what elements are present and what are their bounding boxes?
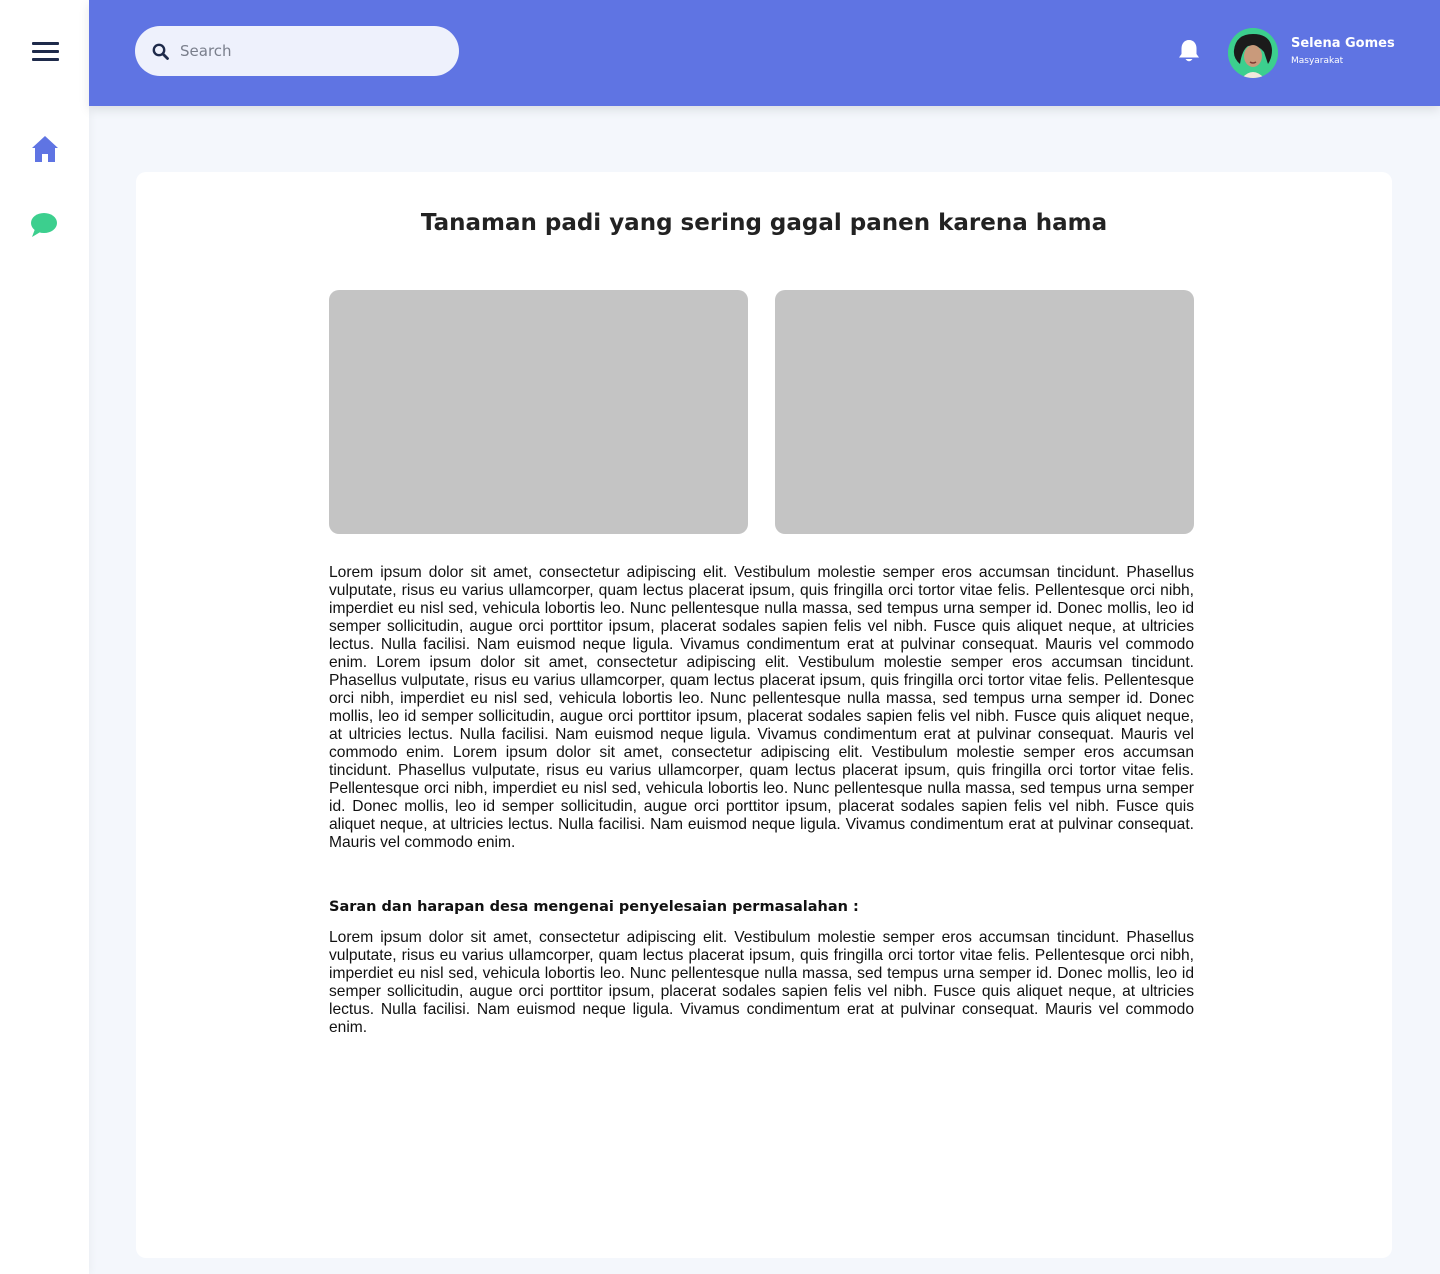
search-icon xyxy=(152,43,169,60)
image-placeholder-1 xyxy=(329,290,748,534)
post-description: Lorem ipsum dolor sit amet, consectetur … xyxy=(329,564,1194,851)
bell-icon[interactable] xyxy=(1177,38,1201,64)
suggestion-text: Lorem ipsum dolor sit amet, consectetur … xyxy=(329,929,1194,1036)
chat-bubble-icon[interactable] xyxy=(29,210,59,240)
post-title: Tanaman padi yang sering gagal panen kar… xyxy=(420,210,1108,236)
sidebar xyxy=(0,0,89,1274)
top-bar: Selena Gomes Masyarakat xyxy=(89,0,1440,106)
avatar[interactable] xyxy=(1228,28,1278,78)
image-placeholder-2 xyxy=(775,290,1194,534)
user-name: Selena Gomes xyxy=(1291,36,1395,51)
post-card: Tanaman padi yang sering gagal panen kar… xyxy=(136,172,1392,1258)
hamburger-menu-icon[interactable] xyxy=(32,42,59,62)
home-icon[interactable] xyxy=(30,134,60,164)
user-role: Masyarakat xyxy=(1291,56,1344,66)
search-input[interactable] xyxy=(180,42,430,60)
suggestion-heading: Saran dan harapan desa mengenai penyeles… xyxy=(329,899,859,915)
search-bar[interactable] xyxy=(135,26,459,76)
